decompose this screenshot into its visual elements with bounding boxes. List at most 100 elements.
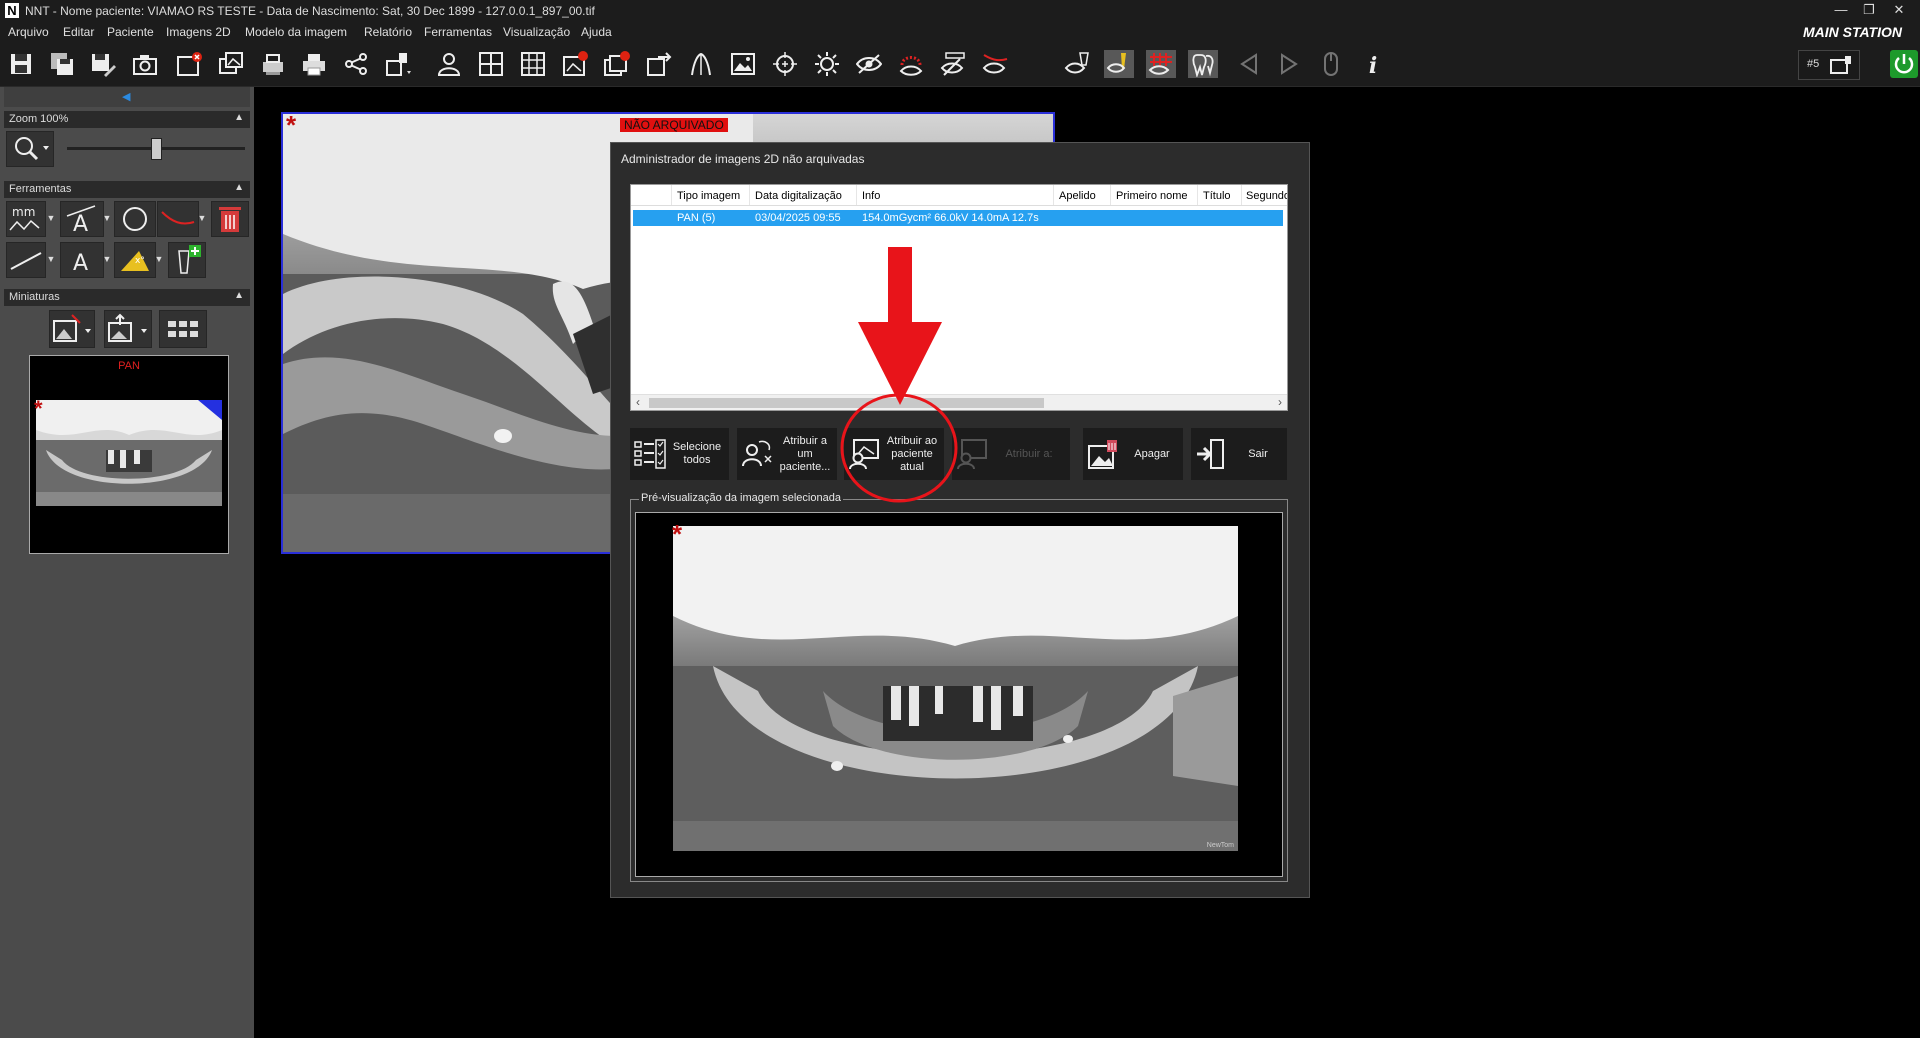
thumbnail-card[interactable]: PAN * xyxy=(29,355,229,554)
menu-ajuda[interactable]: Ajuda xyxy=(581,25,612,39)
angle-tool-button[interactable]: x° xyxy=(114,242,156,278)
col-header-primeiro-nome[interactable]: Primeiro nome xyxy=(1116,190,1188,202)
close-image-icon[interactable] xyxy=(174,50,204,78)
zoom-slider[interactable] xyxy=(67,138,245,160)
delete-tool-button[interactable] xyxy=(211,201,249,237)
next-icon[interactable] xyxy=(1274,50,1304,78)
col-header-apelido[interactable]: Apelido xyxy=(1059,190,1096,202)
scroll-left-icon[interactable]: ‹ xyxy=(631,395,645,410)
menu-relatorio[interactable]: Relatório xyxy=(364,25,412,39)
export-icon[interactable] xyxy=(644,50,674,78)
scanner-icon[interactable] xyxy=(258,50,288,78)
collapse-left-icon[interactable]: ◀ xyxy=(122,90,130,103)
select-all-button[interactable]: Selecione todos xyxy=(630,428,729,480)
column-separator[interactable] xyxy=(1241,185,1242,205)
measure-distance-button[interactable]: mm xyxy=(6,201,46,237)
assign-to-button[interactable]: Atribuir a: xyxy=(952,428,1070,480)
column-separator[interactable] xyxy=(1197,185,1198,205)
menu-ferramentas[interactable]: Ferramentas xyxy=(424,25,492,39)
menu-paciente[interactable]: Paciente xyxy=(107,25,154,39)
dropdown-arrow-icon[interactable]: ▼ xyxy=(102,254,112,264)
eye-curve-icon[interactable] xyxy=(980,50,1010,78)
column-separator[interactable] xyxy=(1053,185,1054,205)
angle-text-button[interactable]: A xyxy=(60,201,104,237)
zoom-slider-handle[interactable] xyxy=(150,138,162,160)
thumbnail-edit-button[interactable] xyxy=(49,310,95,348)
dropdown-arrow-icon[interactable]: ▼ xyxy=(197,213,207,223)
save-all-icon[interactable] xyxy=(47,50,77,78)
ruler-eye-icon[interactable] xyxy=(896,50,926,78)
layout-grid-icon[interactable] xyxy=(518,50,548,78)
eye-ruler-icon[interactable] xyxy=(938,50,968,78)
print-icon[interactable] xyxy=(299,50,329,78)
table-row[interactable]: PAN (5) 03/04/2025 09:55 154.0mGycm² 66.… xyxy=(633,210,1283,226)
camera-icon[interactable] xyxy=(130,50,160,78)
brightness-icon[interactable] xyxy=(812,50,842,78)
eye-implant-icon[interactable] xyxy=(1062,50,1092,78)
power-button[interactable] xyxy=(1890,50,1918,78)
prev-icon[interactable] xyxy=(1234,50,1264,78)
tooth-icon[interactable] xyxy=(1188,50,1218,78)
collapse-panel-strip[interactable]: ◀ xyxy=(4,87,250,107)
column-separator[interactable] xyxy=(1110,185,1111,205)
thumbnail-image[interactable] xyxy=(36,400,222,506)
dropdown-arrow-icon[interactable]: ▼ xyxy=(102,213,112,223)
collapse-up-icon[interactable]: ▲ xyxy=(234,290,244,301)
column-separator[interactable] xyxy=(856,185,857,205)
line-tool-button[interactable] xyxy=(6,242,46,278)
circle-tool-button[interactable] xyxy=(114,201,156,237)
minimize-button[interactable]: — xyxy=(1828,1,1854,19)
dropdown-arrow-icon[interactable]: ▼ xyxy=(46,213,56,223)
add-implant-button[interactable] xyxy=(168,242,206,278)
layout-icon[interactable] xyxy=(476,50,506,78)
zoom-tool-button[interactable] xyxy=(6,131,54,167)
images-table[interactable]: Tipo imagem Data digitalização Info Apel… xyxy=(630,184,1288,411)
column-separator[interactable] xyxy=(749,185,750,205)
implant-icon[interactable] xyxy=(686,50,716,78)
eye-icon[interactable] xyxy=(854,50,884,78)
station-selector[interactable]: #5 xyxy=(1798,50,1860,80)
save-edit-icon[interactable] xyxy=(88,50,118,78)
dropdown-arrow-icon[interactable]: ▼ xyxy=(154,254,164,264)
menu-visualizacao[interactable]: Visualização xyxy=(503,25,570,39)
col-header-segundo-nome[interactable]: Segundo n xyxy=(1246,190,1287,202)
zoom-section-header[interactable]: Zoom 100% ▲ xyxy=(4,111,250,128)
curve-tool-button[interactable] xyxy=(157,201,199,237)
thumbnail-upload-button[interactable] xyxy=(104,310,152,348)
restore-button[interactable]: ❐ xyxy=(1856,1,1882,19)
patient-icon[interactable] xyxy=(434,50,464,78)
menu-arquivo[interactable]: Arquivo xyxy=(8,25,49,39)
eye-grid-icon[interactable] xyxy=(1146,50,1176,78)
text-tool-button[interactable]: A xyxy=(60,242,104,278)
close-window-button[interactable]: ✕ xyxy=(1886,1,1912,19)
menu-modelo-imagem[interactable]: Modelo da imagem xyxy=(245,25,347,39)
collapse-up-icon[interactable]: ▲ xyxy=(234,112,244,123)
image-icon[interactable] xyxy=(728,50,758,78)
save-icon[interactable] xyxy=(6,50,36,78)
column-separator[interactable] xyxy=(671,185,672,205)
col-header-titulo[interactable]: Título xyxy=(1203,190,1231,202)
dropdown-arrow-icon[interactable]: ▼ xyxy=(46,254,56,264)
mouse-icon[interactable] xyxy=(1316,50,1346,78)
menu-editar[interactable]: Editar xyxy=(63,25,94,39)
col-header-tipo-imagem[interactable]: Tipo imagem xyxy=(677,190,740,202)
col-header-data[interactable]: Data digitalização xyxy=(755,190,842,202)
scroll-right-icon[interactable]: › xyxy=(1273,395,1287,410)
magnify-icon[interactable] xyxy=(770,50,800,78)
thumbnails-section-header[interactable]: Miniaturas ▲ xyxy=(4,289,250,306)
thumbnail-layout-button[interactable] xyxy=(159,310,207,348)
acquire-icon[interactable] xyxy=(383,50,413,78)
assign-patient-button[interactable]: Atribuir a um paciente... xyxy=(737,428,837,480)
info-icon[interactable]: i xyxy=(1358,50,1388,78)
eye-pen-icon[interactable] xyxy=(1104,50,1134,78)
image-gallery-icon[interactable] xyxy=(216,50,246,78)
share-icon[interactable] xyxy=(341,50,371,78)
collapse-up-icon[interactable]: ▲ xyxy=(234,182,244,193)
exit-button[interactable]: Sair xyxy=(1191,428,1287,480)
images-delete-icon[interactable] xyxy=(602,50,632,78)
menu-imagens-2d[interactable]: Imagens 2D xyxy=(166,25,231,39)
tools-section-header[interactable]: Ferramentas ▲ xyxy=(4,181,250,198)
delete-button[interactable]: Apagar xyxy=(1083,428,1183,480)
image-delete-icon[interactable] xyxy=(560,50,590,78)
col-header-info[interactable]: Info xyxy=(862,190,880,202)
